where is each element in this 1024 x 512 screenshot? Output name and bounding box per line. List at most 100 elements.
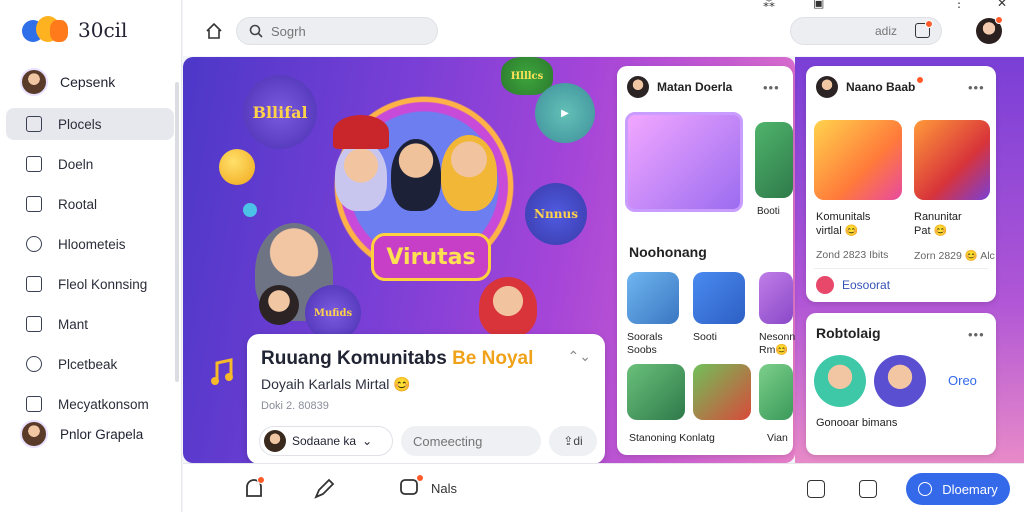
tile-meta: Zorn 2829 😊 Alc bbox=[914, 250, 995, 262]
coin-icon bbox=[219, 149, 255, 185]
sidebar-nav: Plocels Doeln Rootal Hloometeis Fleol Ko… bbox=[6, 108, 174, 428]
hero-badge: Bllifal bbox=[243, 75, 317, 149]
image-tile[interactable] bbox=[693, 364, 751, 420]
panel-header[interactable]: Naano Baab bbox=[816, 76, 915, 98]
sidebar-item-label: Plcetbeak bbox=[58, 356, 118, 372]
tile-meta: Zond 2823 Ibits bbox=[816, 249, 889, 261]
sidebar-scrollbar[interactable] bbox=[175, 82, 179, 382]
comment-input[interactable] bbox=[401, 426, 541, 456]
bottom-bar: Nals Dloemary bbox=[183, 463, 1024, 512]
hero-badge: Nnnus bbox=[525, 183, 587, 245]
community-image-tile[interactable] bbox=[814, 120, 902, 200]
profile-name: Cepsenk bbox=[60, 74, 116, 90]
app-logo[interactable]: 30cil bbox=[22, 14, 127, 46]
header-pill-text: adiz bbox=[874, 24, 897, 38]
collapse-icon[interactable]: ⌃⌄ bbox=[568, 348, 591, 365]
avatar-tile[interactable] bbox=[759, 272, 793, 324]
image-tile[interactable] bbox=[755, 122, 793, 198]
logo-text: 30cil bbox=[78, 18, 128, 42]
sidebar-item-plcetbeak[interactable]: Plcetbeak bbox=[6, 348, 174, 380]
panel-title: Robtolaig bbox=[816, 325, 881, 341]
share-icon: ⇪ bbox=[563, 434, 574, 448]
mail-icon bbox=[26, 276, 42, 292]
sidebar-item-plocels[interactable]: Plocels bbox=[6, 108, 174, 140]
search-input[interactable] bbox=[271, 23, 411, 39]
share-button[interactable]: ⇪ di bbox=[549, 426, 597, 456]
footer-link[interactable]: Eosoorat bbox=[816, 276, 890, 294]
close-window-icon[interactable]: ✕ bbox=[997, 0, 1007, 10]
panel-header[interactable]: Matan Doerla bbox=[627, 76, 732, 98]
friend-avatar[interactable] bbox=[874, 355, 926, 407]
sidebar-item-fleol-konnsing[interactable]: Fleol Konnsing bbox=[6, 268, 174, 300]
section-title: Noohonang bbox=[629, 244, 707, 260]
more-icon[interactable]: ••• bbox=[763, 80, 780, 95]
notification-dot bbox=[257, 476, 265, 484]
discover-label: Dloemary bbox=[942, 481, 998, 497]
home-icon[interactable] bbox=[205, 22, 223, 40]
avatar-tile[interactable] bbox=[627, 272, 679, 324]
share-label: di bbox=[573, 434, 583, 448]
pen-icon[interactable] bbox=[313, 478, 335, 500]
sidebar-item-hloometeis[interactable]: Hloometeis bbox=[6, 228, 174, 260]
sidebar-item-doeln[interactable]: Doeln bbox=[6, 148, 174, 180]
notification-dot bbox=[925, 20, 933, 28]
group-image-tile[interactable] bbox=[625, 112, 743, 212]
row-caption: Stanoning Konlatg bbox=[629, 432, 715, 444]
footer-link-label: Eosoorat bbox=[842, 278, 891, 292]
image-tile[interactable] bbox=[627, 364, 685, 420]
hero-card-title-highlight: Be Noyal bbox=[452, 348, 534, 369]
sidebar-bottom-profile[interactable]: Pnlor Grapela bbox=[20, 420, 143, 448]
window-ctrl-2[interactable]: ▣ bbox=[813, 0, 824, 10]
community-image-tile[interactable] bbox=[914, 120, 990, 200]
user-chip-name: Sodaane ka bbox=[292, 434, 357, 448]
avatar bbox=[20, 68, 48, 96]
friends-panel: Robtolaig ••• Oreo Gonooar bimans bbox=[806, 313, 996, 455]
search-bar[interactable] bbox=[236, 17, 438, 45]
avatar bbox=[627, 76, 649, 98]
hero-card-meta: Doki 2. 80839 bbox=[261, 400, 329, 412]
bottom-profile-name: Pnlor Grapela bbox=[60, 426, 144, 442]
sidebar-item-mant[interactable]: Mant bbox=[6, 308, 174, 340]
message-icon[interactable] bbox=[859, 480, 877, 498]
row-caption-right: Vian bbox=[767, 432, 788, 444]
image-tile[interactable] bbox=[759, 364, 793, 420]
more-icon[interactable]: ••• bbox=[968, 80, 985, 95]
avatar-badge bbox=[995, 16, 1003, 24]
sidebar-item-rootal[interactable]: Rootal bbox=[6, 188, 174, 220]
character-figure bbox=[391, 139, 441, 211]
search-icon bbox=[249, 24, 263, 38]
app-window: 30cil Cepsenk Plocels Doeln Rootal Hloom… bbox=[0, 0, 1024, 512]
tile-title: Komunitals virtlal 😊 bbox=[816, 211, 871, 237]
hero-badge: Mufids bbox=[305, 285, 361, 341]
panel-caption: Gonooar bimans bbox=[816, 417, 898, 429]
music-note-icon bbox=[211, 358, 233, 385]
chat-label: Nals bbox=[431, 480, 458, 496]
edit-icon bbox=[26, 396, 42, 412]
logo-mark-icon bbox=[22, 14, 70, 46]
compass-icon bbox=[918, 482, 933, 496]
chat-button[interactable]: Nals bbox=[399, 478, 457, 498]
character-figure bbox=[441, 135, 497, 211]
hero-card-subtitle: Doyaih Karlals Mirtal 😊 bbox=[261, 376, 411, 392]
discover-button[interactable]: Dloemary bbox=[906, 473, 1010, 505]
more-icon[interactable]: ••• bbox=[968, 327, 985, 342]
more-link[interactable]: Oreo bbox=[948, 373, 977, 388]
notification-dot bbox=[416, 474, 424, 482]
person-icon bbox=[26, 236, 42, 252]
sidebar: 30cil Cepsenk Plocels Doeln Rootal Hloom… bbox=[0, 0, 182, 512]
avatar-tile[interactable] bbox=[693, 272, 745, 324]
window-ctrl-1[interactable]: ⁂ bbox=[763, 0, 775, 10]
hero-card-title: Ruuang Komunitabs Be Noyal bbox=[261, 348, 533, 370]
sidebar-item-mecyatkonsom[interactable]: Mecyatkonsom bbox=[6, 388, 174, 420]
sidebar-item-label: Mecyatkonsom bbox=[58, 396, 149, 412]
user-chip[interactable]: Sodaane ka ⌄ bbox=[259, 426, 393, 456]
window-ctrl-3[interactable]: ⋮ bbox=[953, 0, 965, 10]
friend-avatar[interactable] bbox=[814, 355, 866, 407]
feed-panel: Matan Doerla ••• Booti Noohonang Soorals… bbox=[617, 66, 796, 455]
record-icon bbox=[816, 276, 834, 294]
notification-dot bbox=[916, 76, 924, 84]
hero-post-card[interactable]: Ruuang Komunitabs Be Noyal ⌃⌄ Doyaih Kar… bbox=[247, 334, 605, 463]
camera-icon[interactable] bbox=[807, 480, 825, 498]
sidebar-profile[interactable]: Cepsenk bbox=[20, 68, 115, 96]
grid-label: Nesonn Rm😊 bbox=[759, 331, 796, 356]
